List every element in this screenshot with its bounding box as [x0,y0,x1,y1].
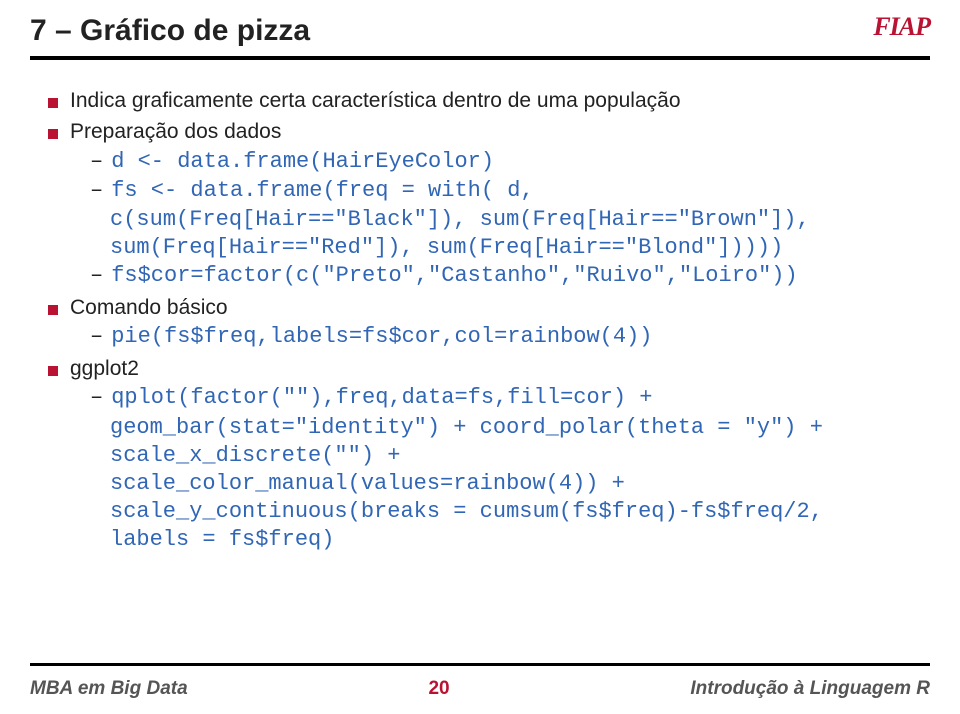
bullet-text: Indica graficamente certa característica… [70,88,681,115]
code-line: geom_bar(stat="identity") + coord_polar(… [110,414,912,442]
bullet-text: ggplot2 [70,356,139,383]
dash-icon: – [90,262,103,290]
bullet-icon [48,305,58,315]
code-line: scale_x_discrete("") + [110,442,912,470]
bullet-text: Preparação dos dados [70,119,281,146]
code-line: fs$cor=factor(c("Preto","Castanho","Ruiv… [111,262,798,290]
code-line: c(sum(Freq[Hair=="Black"]), sum(Freq[Hai… [110,206,912,234]
footer-right: Introdução à Linguagem R [690,678,930,700]
slide-title: 7 – Gráfico de pizza [30,14,310,48]
bullet-icon [48,366,58,376]
code-line: fs <- data.frame(freq = with( d, [111,177,533,205]
code-line: pie(fs$freq,labels=fs$cor,col=rainbow(4)… [111,323,652,351]
dash-icon: – [90,148,103,176]
dash-icon: – [90,177,103,205]
code-line: labels = fs$freq) [110,526,912,554]
dash-icon: – [90,323,103,351]
code-line: scale_color_manual(values=rainbow(4)) + [110,470,912,498]
code-line: sum(Freq[Hair=="Red"]), sum(Freq[Hair=="… [110,234,912,262]
bullet-text: Comando básico [70,295,228,322]
page-number: 20 [428,678,449,700]
content-area: Indica graficamente certa característica… [0,60,960,554]
brand-logo: FIAP [873,12,930,42]
footer-divider [30,663,930,666]
code-line: qplot(factor(""),freq,data=fs,fill=cor) … [111,384,652,412]
bullet-icon [48,129,58,139]
code-line: d <- data.frame(HairEyeColor) [111,148,494,176]
footer-left: MBA em Big Data [30,678,188,700]
code-line: scale_y_continuous(breaks = cumsum(fs$fr… [110,498,912,526]
bullet-icon [48,98,58,108]
dash-icon: – [90,384,103,412]
